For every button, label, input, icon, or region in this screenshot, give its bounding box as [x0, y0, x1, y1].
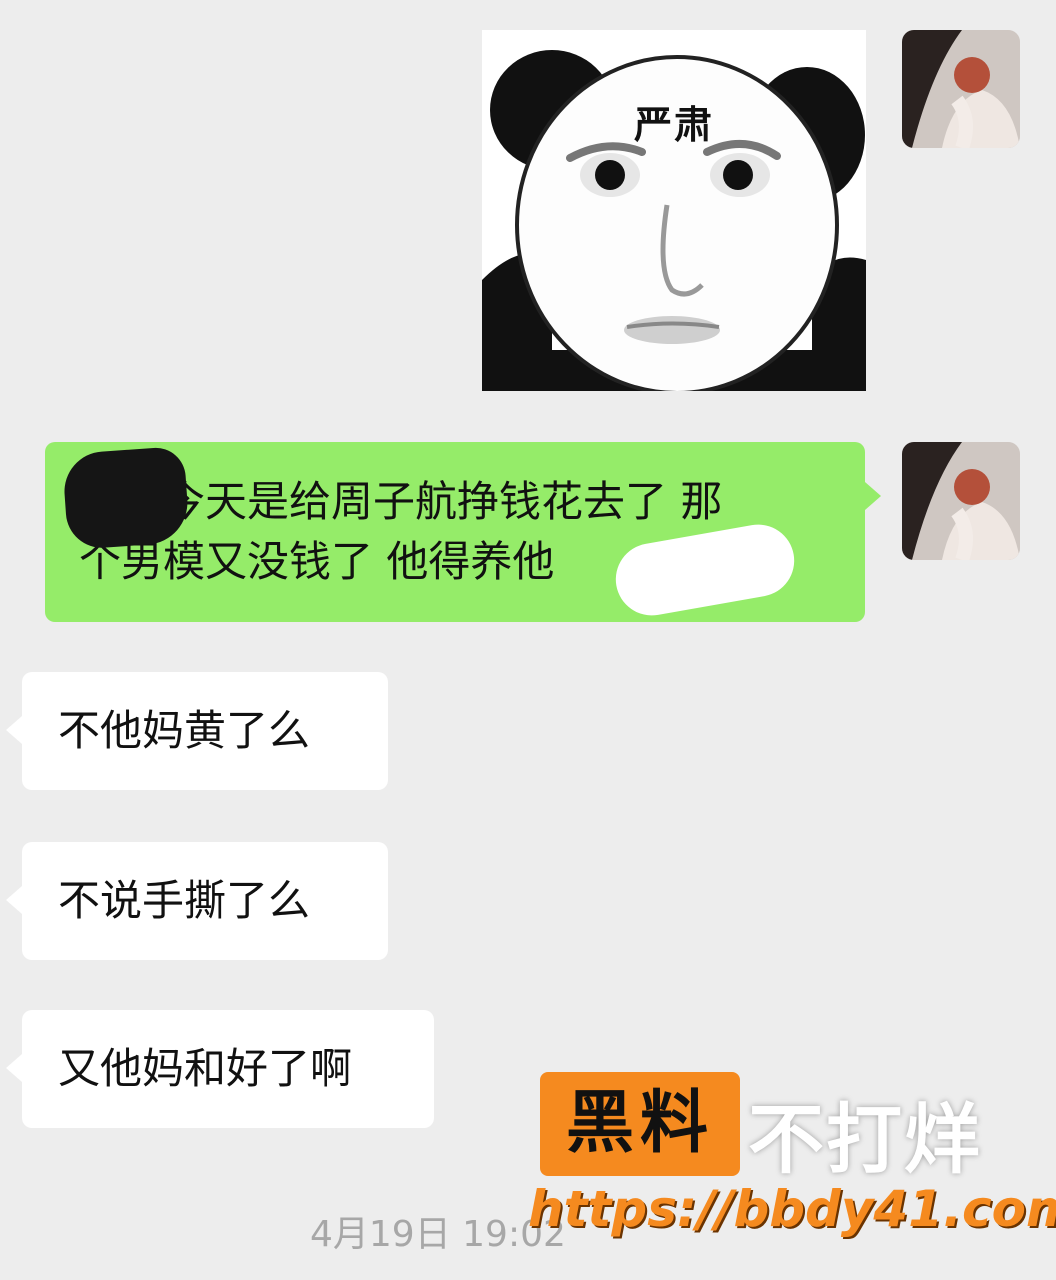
my-avatar-2[interactable] [902, 442, 1020, 560]
bubble-tail [6, 716, 22, 744]
my-avatar[interactable] [902, 30, 1020, 148]
panda-meme-sticker[interactable]: 严肃 [482, 30, 866, 395]
panda-face-image [482, 30, 866, 395]
message-text: 不他妈黄了么 [58, 706, 311, 755]
bubble-tail [865, 482, 881, 510]
message-text: 不说手撕了么 [58, 876, 311, 925]
message-text: 又他妈和好了啊 [58, 1044, 353, 1093]
incoming-message-bubble[interactable]: 不他妈黄了么 [6, 672, 388, 790]
bubble-tail [6, 1054, 22, 1082]
incoming-message-bubble[interactable]: 又他妈和好了啊 [6, 1010, 434, 1128]
bubble-tail [6, 886, 22, 914]
outgoing-message-bubble[interactable]: 深吧今天是给周子航挣钱花去了 那 个男模又没钱了 他得养他 [45, 442, 881, 622]
watermark-url: https://bbdy41.com [528, 1180, 1056, 1238]
avatar-photo-icon [902, 30, 1020, 148]
sticker-caption: 严肃 [633, 103, 714, 147]
avatar-photo-icon [902, 442, 1020, 560]
incoming-message-bubble[interactable]: 不说手撕了么 [6, 842, 388, 960]
redaction-scribble-black [61, 445, 191, 551]
watermark-tagline: 不打烊 [748, 1095, 982, 1184]
watermark-logo-box: 黑料 [540, 1072, 740, 1176]
message-line-1: 深吧今天是给周子航挣钱花去了 那 [79, 477, 723, 526]
